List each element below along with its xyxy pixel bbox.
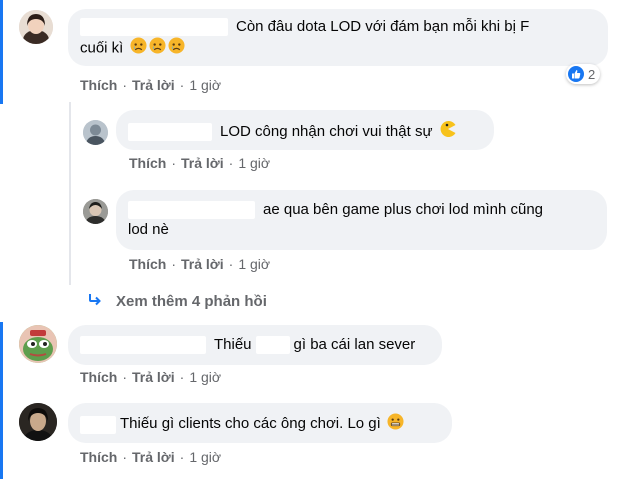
avatar[interactable] (19, 10, 53, 44)
avatar[interactable] (19, 325, 57, 363)
user-photo-icon (19, 10, 53, 44)
pepe-frog-icon (19, 325, 57, 363)
thread-left-border (0, 322, 3, 479)
reaction-count: 2 (588, 66, 596, 82)
reply-button[interactable]: Trả lời (181, 155, 224, 171)
reaction-count-badge[interactable]: 2 (566, 64, 601, 84)
reply-button[interactable]: Trả lời (181, 256, 224, 272)
comment-text-before: Thiếu (214, 336, 252, 353)
view-more-replies-label: Xem thêm 4 phản hồi (116, 293, 267, 310)
user-photo-icon (83, 199, 108, 224)
timestamp[interactable]: 1 giờ (189, 369, 221, 385)
like-button[interactable]: Thích (80, 449, 117, 465)
reply-arrow-icon (88, 293, 102, 310)
avatar[interactable] (83, 199, 108, 224)
thread-connector-line (69, 102, 71, 285)
reply-button[interactable]: Trả lời (132, 369, 175, 385)
comment-text: Thiếu gì clients cho các ông chơi. Lo gì (120, 415, 381, 433)
redacted-author-name (80, 415, 116, 434)
like-reaction-icon (568, 66, 584, 82)
comment-text-after: gì ba cái lan sever (293, 336, 416, 353)
thread-left-border (0, 0, 3, 104)
view-more-replies-link[interactable]: Xem thêm 4 phản hồi (88, 293, 267, 310)
avatar[interactable] (83, 120, 108, 145)
reply-text: ae qua bên game plus chơi lod mình cũng (263, 201, 544, 218)
reply-actions: Thích · Trả lời · 1 giờ (129, 155, 271, 171)
redacted-word (255, 336, 290, 355)
sad-face-icon (168, 37, 185, 60)
user-photo-icon (19, 403, 57, 441)
timestamp[interactable]: 1 giờ (238, 155, 270, 171)
reply-actions: Thích · Trả lời · 1 giờ (129, 256, 271, 272)
comment-bubble: Thiếu gì clients cho các ông chơi. Lo gì (68, 403, 452, 443)
timestamp[interactable]: 1 giờ (189, 77, 221, 93)
comment-text-line2: cuối kì (80, 39, 124, 57)
timestamp[interactable]: 1 giờ (238, 256, 270, 272)
like-button[interactable]: Thích (80, 369, 117, 385)
comment-actions: Thích · Trả lời · 1 giờ (80, 449, 222, 465)
reply-bubble: LOD công nhận chơi vui thật sự (116, 110, 494, 150)
reply-text-line2: lod nè (128, 221, 169, 238)
reply-button[interactable]: Trả lời (132, 77, 175, 93)
reply-button[interactable]: Trả lời (132, 449, 175, 465)
redacted-author-name (80, 18, 228, 37)
sad-face-icon (149, 37, 166, 60)
comment-actions: Thích · Trả lời · 1 giờ (80, 369, 222, 385)
reply-bubble: ae qua bên game plus chơi lod mình cũng … (116, 190, 607, 250)
comment-bubble: Thiếu gì ba cái lan sever (68, 325, 442, 365)
user-photo-icon (83, 120, 108, 145)
reply-text: LOD công nhận chơi vui thật sự (220, 122, 433, 140)
like-button[interactable]: Thích (80, 77, 117, 93)
sad-face-icon (130, 37, 147, 60)
redacted-author-name (128, 201, 255, 220)
avatar[interactable] (19, 403, 57, 441)
timestamp[interactable]: 1 giờ (189, 449, 221, 465)
grimace-face-icon (387, 413, 404, 436)
pacman-icon (439, 120, 457, 144)
like-button[interactable]: Thích (129, 256, 166, 272)
comment-text: Còn đâu dota LOD với đám bạn mỗi khi bị … (236, 18, 530, 35)
redacted-author-name (128, 123, 212, 141)
like-button[interactable]: Thích (129, 155, 166, 171)
comment-bubble: Còn đâu dota LOD với đám bạn mỗi khi bị … (68, 9, 608, 66)
redacted-author-name (80, 336, 206, 355)
comment-actions: Thích · Trả lời · 1 giờ (80, 77, 222, 93)
